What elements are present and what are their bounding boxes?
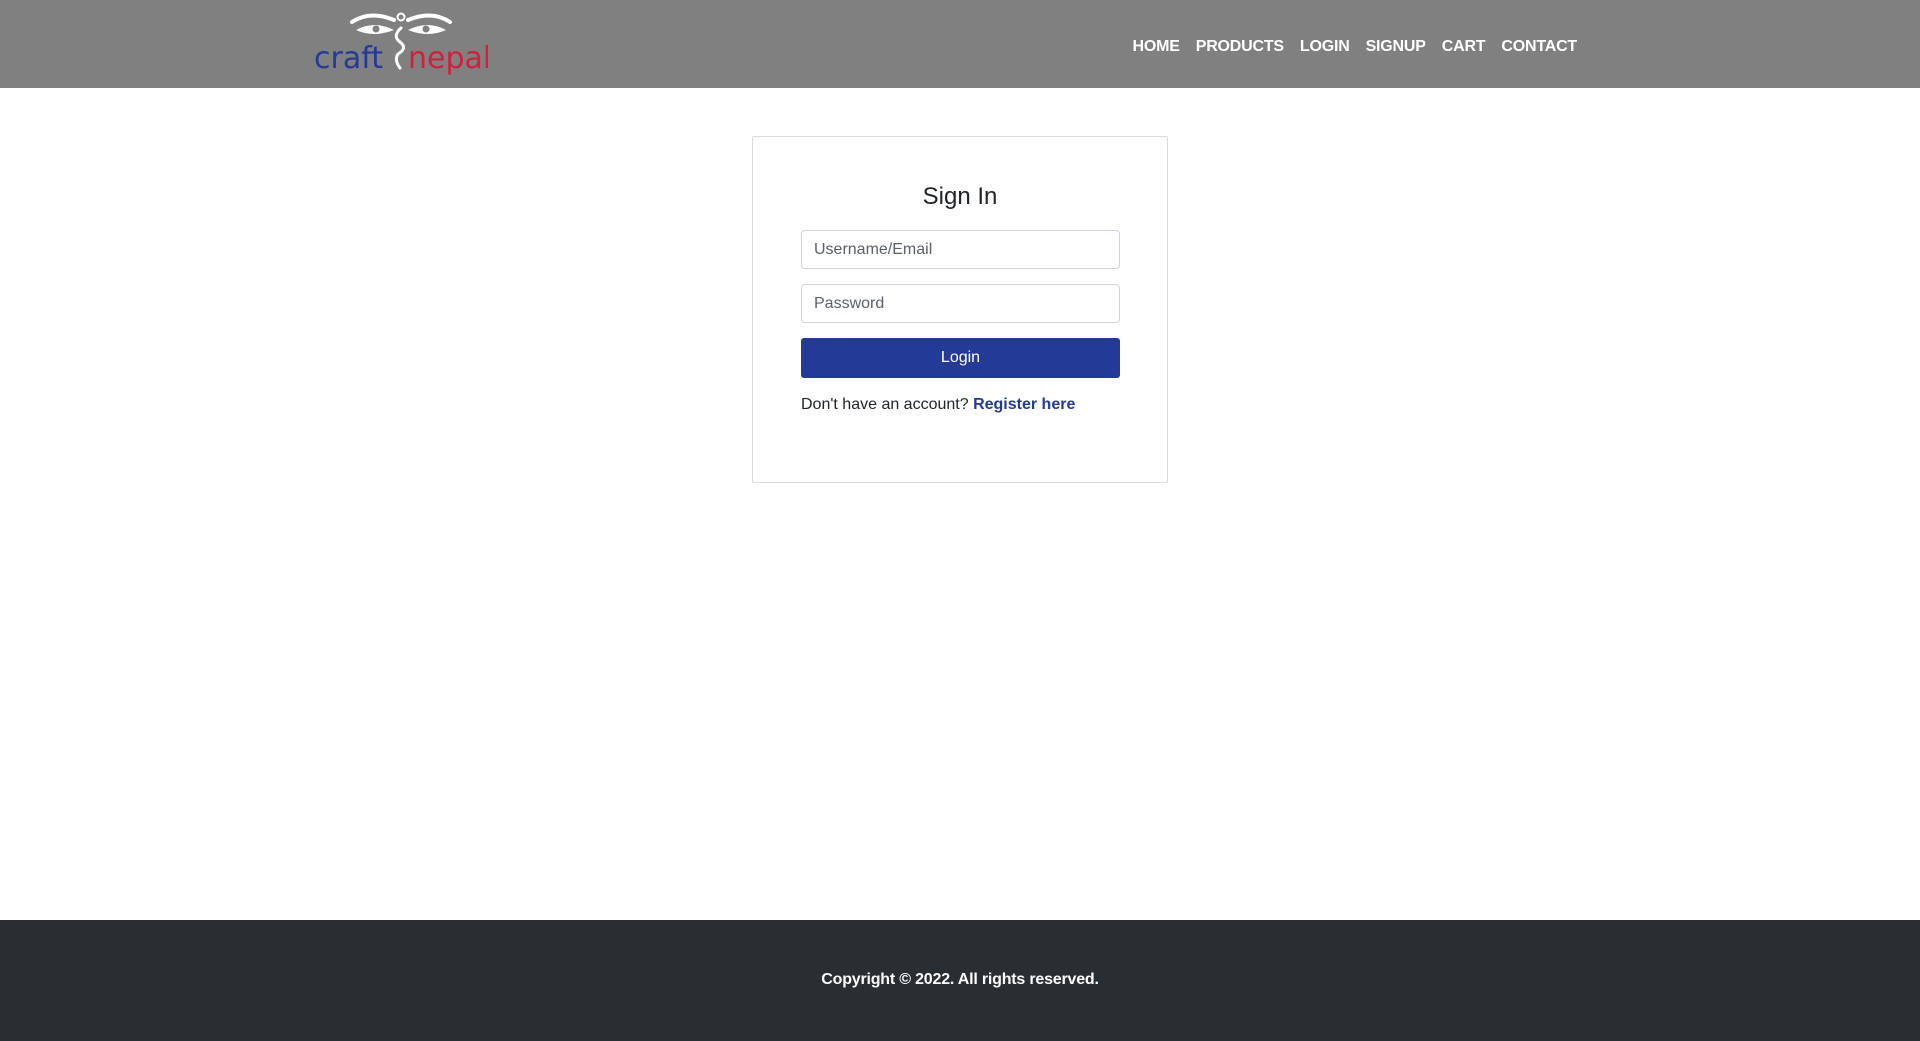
username-input[interactable] [801, 230, 1120, 269]
buddha-eyes-icon: craft nepal [314, 12, 488, 76]
login-card: Sign In Login Don't have an account? Reg… [752, 136, 1168, 483]
page-title: Sign In [922, 183, 998, 210]
nav-cart[interactable]: CART [1442, 32, 1486, 56]
nav-login[interactable]: LOGIN [1300, 32, 1350, 56]
nav-products[interactable]: PRODUCTS [1196, 32, 1284, 56]
navbar: craft nepal HOME PRODUCTS LOGIN SIGNUP C… [0, 0, 1920, 88]
main-nav: HOME PRODUCTS LOGIN SIGNUP CART CONTACT [1117, 0, 1578, 88]
register-prompt-line: Don't have an account? Register here [801, 396, 1075, 414]
logo-word-nepal: nepal [408, 41, 488, 76]
logo-word-craft: craft [314, 41, 383, 76]
site-logo[interactable]: craft nepal [312, 8, 488, 80]
register-prompt-text: Don't have an account? [801, 396, 969, 413]
nav-home[interactable]: HOME [1133, 32, 1180, 56]
nav-contact[interactable]: CONTACT [1501, 32, 1577, 56]
footer: Copyright © 2022. All rights reserved. [0, 920, 1920, 1041]
copyright-text: Copyright © 2022. All rights reserved. [821, 971, 1099, 988]
nav-signup[interactable]: SIGNUP [1366, 32, 1426, 56]
register-link[interactable]: Register here [973, 396, 1075, 413]
password-input[interactable] [801, 284, 1120, 323]
login-button[interactable]: Login [801, 338, 1120, 378]
